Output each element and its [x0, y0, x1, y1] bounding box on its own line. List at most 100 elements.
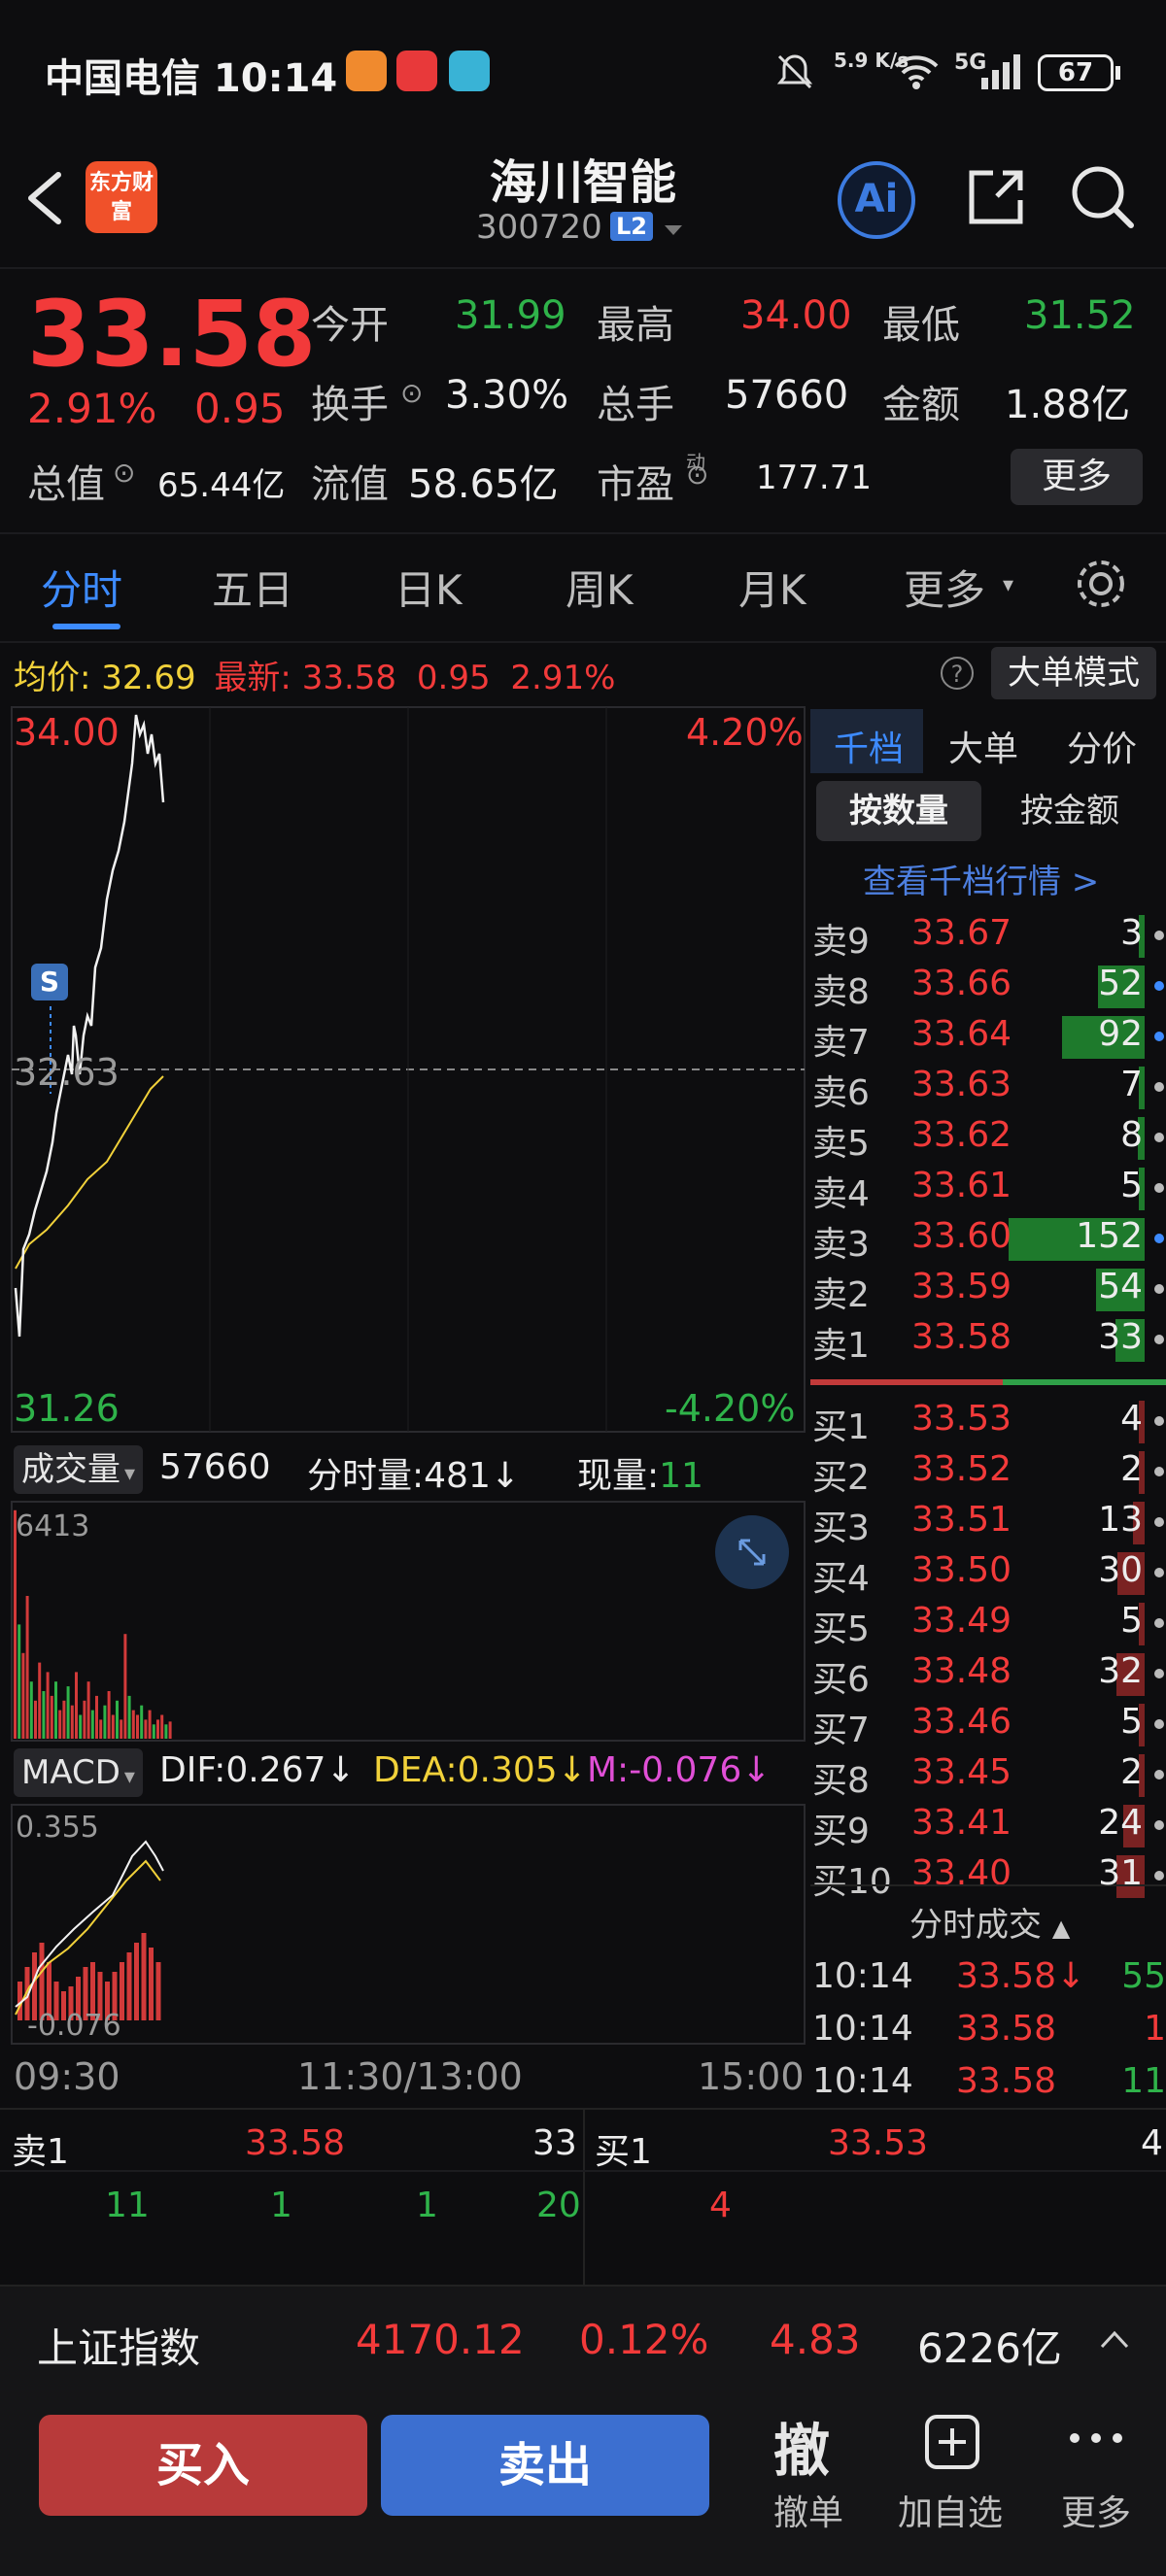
bid-row[interactable]: 买5 33.49 5 [810, 1601, 1166, 1651]
tab-intraday[interactable]: 分时 [41, 558, 122, 617]
level-volume: 8 [1120, 1115, 1143, 1155]
macd-dif-arrow: ↓ [326, 1750, 356, 1790]
macd-bar [134, 1943, 139, 2020]
level-label: 买8 [812, 1761, 870, 1801]
ask-row[interactable]: 卖4 33.61 5 [810, 1166, 1166, 1216]
level-price: 33.62 [911, 1115, 1012, 1155]
caret-down-icon: ▾ [124, 1462, 136, 1486]
volume-bar [140, 1705, 144, 1739]
bid-row[interactable]: 买3 33.51 13 [810, 1500, 1166, 1550]
level-volume: 31 [1098, 1853, 1143, 1893]
ask-row[interactable]: 卖5 33.62 8 [810, 1115, 1166, 1166]
volume-bar [164, 1724, 168, 1739]
sell-button[interactable]: 卖出 [381, 2415, 709, 2516]
active-tab-indicator [52, 624, 120, 629]
change-percent: 2.91% [27, 385, 157, 432]
volume-bar [107, 1691, 111, 1739]
price-axis-bottom: 31.26 [14, 1387, 120, 1430]
gear-icon[interactable] [1071, 554, 1131, 614]
order-marker-dot [1154, 1335, 1164, 1344]
level-volume: 5 [1120, 1166, 1143, 1205]
avg-price-line [15, 1075, 164, 1270]
current-volume-value: 11 [659, 1456, 703, 1496]
buy-button[interactable]: 买入 [39, 2415, 367, 2516]
cancel-order-icon[interactable]: 撤 [773, 2405, 830, 2487]
open-value: 31.99 [455, 293, 566, 338]
tab-big-orders[interactable]: 大单 [948, 721, 1018, 771]
volume-bar [54, 1681, 57, 1739]
big-order-mode-button[interactable]: 大单模式 [991, 647, 1156, 699]
ask-row[interactable]: 卖1 33.58 33 [810, 1317, 1166, 1368]
search-icon[interactable] [1069, 163, 1137, 231]
bottom-ask-volume: 33 [532, 2123, 577, 2163]
indicator-select-volume[interactable]: 成交量 ▾ [14, 1445, 144, 1494]
ask-row[interactable]: 卖3 33.60 152 [810, 1216, 1166, 1267]
share-icon[interactable] [962, 163, 1030, 231]
total-mv-info-icon[interactable]: ⊙ [113, 457, 135, 489]
latest-change: 0.95 [416, 659, 491, 697]
volume-bar [70, 1705, 74, 1739]
level-label: 卖4 [812, 1174, 870, 1214]
add-watchlist-label[interactable]: 加自选 [892, 2485, 1009, 2535]
indicator-select-macd[interactable]: MACD ▾ [14, 1748, 143, 1797]
ask-row[interactable]: 卖8 33.66 52 [810, 964, 1166, 1014]
ai-assistant-button[interactable]: Ai [838, 161, 915, 239]
tab-more[interactable]: 更多 [904, 558, 985, 617]
level-price: 33.41 [911, 1803, 1012, 1843]
volume-bar [127, 1695, 131, 1739]
bid-row[interactable]: 买10 33.40 31 [810, 1853, 1166, 1904]
bid-row[interactable]: 买1 33.53 4 [810, 1399, 1166, 1449]
tab-monthly-k[interactable]: 月K [738, 558, 806, 617]
level-label: 买10 [812, 1862, 892, 1902]
cancel-order-label[interactable]: 撤单 [750, 2485, 867, 2535]
pe-label: 市盈 [597, 462, 674, 507]
minute-volume-label: 分时量: [307, 1456, 425, 1496]
ask-row[interactable]: 卖2 33.59 54 [810, 1267, 1166, 1317]
level-volume: 5 [1120, 1702, 1143, 1742]
add-watchlist-icon[interactable] [923, 2413, 981, 2471]
order-marker-dot [1154, 981, 1164, 991]
amount-label: 金额 [882, 383, 960, 427]
ask-row[interactable]: 卖7 33.64 92 [810, 1014, 1166, 1065]
macd-scale-bottom: -0.076 [27, 2009, 121, 2043]
ticks-title[interactable]: 分时成交 ▲ [909, 1898, 1070, 1946]
quote-more-button[interactable]: 更多 [1011, 449, 1143, 505]
bid-row[interactable]: 买2 33.52 2 [810, 1449, 1166, 1500]
bid-row[interactable]: 买9 33.41 24 [810, 1803, 1166, 1853]
sell-signal-marker[interactable]: S [31, 964, 68, 1000]
level2-badge[interactable]: L2 [610, 212, 653, 241]
ask-row[interactable]: 卖6 33.63 7 [810, 1065, 1166, 1115]
tab-price-distribution[interactable]: 分价 [1067, 721, 1137, 771]
tick-time: 10:14 [812, 2009, 913, 2049]
chevron-up-icon[interactable] [1098, 2327, 1131, 2351]
view-full-book-link[interactable]: 查看千档行情 > [863, 855, 1099, 902]
pe-info-icon[interactable]: ⊙ [686, 458, 708, 491]
intraday-price-chart[interactable] [0, 705, 806, 1434]
ask-row[interactable]: 卖9 33.67 3 [810, 913, 1166, 964]
tab-weekly-k[interactable]: 周K [566, 558, 634, 617]
chevron-down-icon[interactable] [663, 223, 684, 237]
open-label: 今开 [311, 303, 389, 348]
bid-row[interactable]: 买8 33.45 2 [810, 1752, 1166, 1803]
tab-daily-k[interactable]: 日K [394, 558, 463, 617]
seg-by-quantity[interactable]: 按数量 [816, 781, 981, 841]
bottom-bid-price: 33.53 [828, 2123, 929, 2163]
more-dots-icon[interactable] [1065, 2428, 1127, 2448]
bid-row[interactable]: 买6 33.48 32 [810, 1651, 1166, 1702]
order-marker-dot [1154, 1416, 1164, 1426]
tab-five-day[interactable]: 五日 [212, 558, 293, 617]
bottom-bid-label: 买1 [595, 2132, 652, 2172]
tab-level-book[interactable]: 千档 [834, 721, 904, 771]
more-actions-label[interactable]: 更多 [1038, 2485, 1154, 2535]
turnover-info-icon[interactable]: ⊙ [400, 377, 423, 409]
macd-bar [149, 1948, 154, 2020]
bid-row[interactable]: 买7 33.46 5 [810, 1702, 1166, 1752]
level-label: 买2 [812, 1458, 870, 1498]
order-marker-dot [1154, 1517, 1164, 1527]
expand-chart-button[interactable] [715, 1515, 789, 1589]
help-icon[interactable]: ? [941, 657, 974, 690]
order-marker-dot [1154, 931, 1164, 940]
macd-dea: DEA:0.305↓ [373, 1750, 587, 1790]
bid-row[interactable]: 买4 33.50 30 [810, 1550, 1166, 1601]
seg-by-amount[interactable]: 按金额 [987, 781, 1152, 841]
